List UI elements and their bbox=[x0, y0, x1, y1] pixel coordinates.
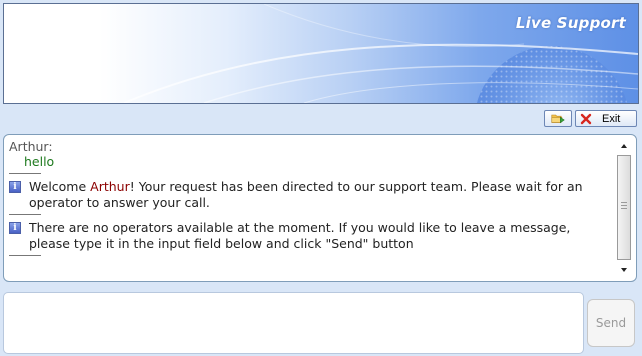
system-message-text: Welcome Arthur! Your request has been di… bbox=[29, 179, 614, 211]
message-separator bbox=[9, 255, 41, 256]
info-icon: i bbox=[9, 181, 21, 193]
info-icon: i bbox=[9, 222, 21, 234]
chat-transcript[interactable]: Arthur: hello i Welcome Arthur! Your req… bbox=[3, 134, 637, 282]
exit-button[interactable]: Exit bbox=[575, 110, 637, 127]
system-message-prefix: Welcome bbox=[29, 179, 91, 194]
grip-icon bbox=[621, 202, 627, 210]
header-banner: Live Support bbox=[3, 3, 639, 104]
banner-title: Live Support bbox=[515, 14, 626, 32]
live-support-window: Live Support Exit Arthur: hello i Welcom… bbox=[0, 0, 642, 356]
message-list: Arthur: hello i Welcome Arthur! Your req… bbox=[9, 140, 614, 261]
system-message-text: There are no operators available at the … bbox=[29, 220, 571, 251]
system-message: i Welcome Arthur! Your request has been … bbox=[9, 179, 614, 211]
send-button[interactable]: Send bbox=[587, 299, 635, 347]
red-x-icon bbox=[580, 113, 592, 124]
folder-save-icon bbox=[551, 114, 565, 124]
message-sender: Arthur: bbox=[9, 139, 53, 154]
scrollbar-thumb[interactable] bbox=[617, 155, 631, 260]
vertical-scrollbar[interactable] bbox=[617, 141, 631, 275]
system-message: i There are no operators available at th… bbox=[9, 220, 614, 252]
exit-label: Exit bbox=[602, 112, 621, 125]
username: Arthur bbox=[90, 179, 130, 194]
user-message: hello bbox=[24, 154, 55, 169]
message-input[interactable] bbox=[3, 292, 584, 354]
scroll-up-arrow-icon[interactable] bbox=[619, 141, 629, 151]
scroll-down-arrow-icon[interactable] bbox=[619, 265, 629, 275]
message-separator bbox=[9, 214, 41, 215]
save-transcript-button[interactable] bbox=[544, 110, 572, 127]
message-separator bbox=[9, 173, 41, 174]
